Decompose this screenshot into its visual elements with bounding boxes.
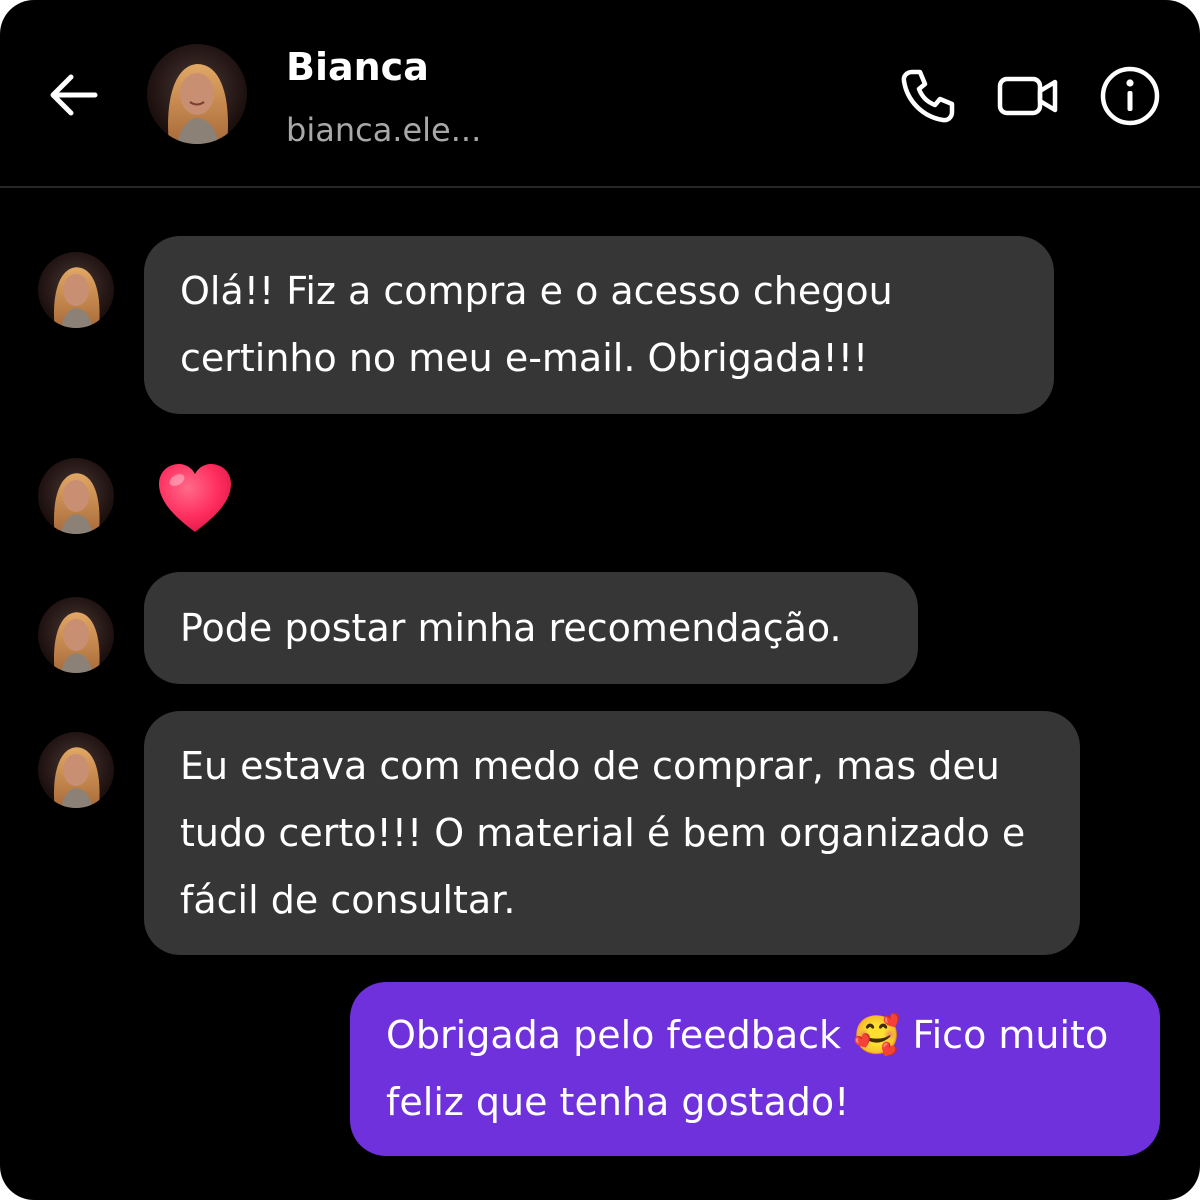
sender-avatar[interactable] <box>38 252 114 328</box>
arrow-left-icon <box>50 74 98 116</box>
contact-name[interactable]: Bianca <box>286 42 429 92</box>
heart-emoji-message[interactable] <box>155 460 235 536</box>
message-bubble-incoming[interactable]: Olá!! Fiz a compra e o acesso chegou cer… <box>144 236 1054 414</box>
video-camera-icon <box>997 76 1058 116</box>
contact-handle[interactable]: bianca.ele... <box>286 108 481 152</box>
header-divider <box>0 186 1200 188</box>
message-text: Obrigada pelo feedback 🥰 Fico muito feli… <box>386 1013 1109 1124</box>
contact-avatar[interactable] <box>147 44 247 144</box>
message-bubble-incoming[interactable]: Pode postar minha recomendação. <box>144 572 918 684</box>
video-call-button[interactable] <box>996 64 1060 128</box>
phone-icon <box>901 69 955 123</box>
info-icon <box>1100 66 1160 126</box>
message-bubble-outgoing[interactable]: Obrigada pelo feedback 🥰 Fico muito feli… <box>350 982 1160 1156</box>
voice-call-button[interactable] <box>896 64 960 128</box>
message-text: Eu estava com medo de comprar, mas deu t… <box>180 743 1026 922</box>
message-bubble-incoming[interactable]: Eu estava com medo de comprar, mas deu t… <box>144 711 1080 955</box>
info-button[interactable] <box>1098 64 1162 128</box>
message-text: Olá!! Fiz a compra e o acesso chegou cer… <box>180 269 893 380</box>
chat-header: Bianca bianca.ele... <box>0 0 1200 186</box>
heart-icon <box>159 464 231 532</box>
back-button[interactable] <box>44 66 102 124</box>
sender-avatar[interactable] <box>38 458 114 534</box>
chat-window: Bianca bianca.ele... Olá!! Fiz a compra … <box>0 0 1200 1200</box>
sender-avatar[interactable] <box>38 597 114 673</box>
sender-avatar[interactable] <box>38 732 114 808</box>
message-text: Pode postar minha recomendação. <box>180 605 842 650</box>
